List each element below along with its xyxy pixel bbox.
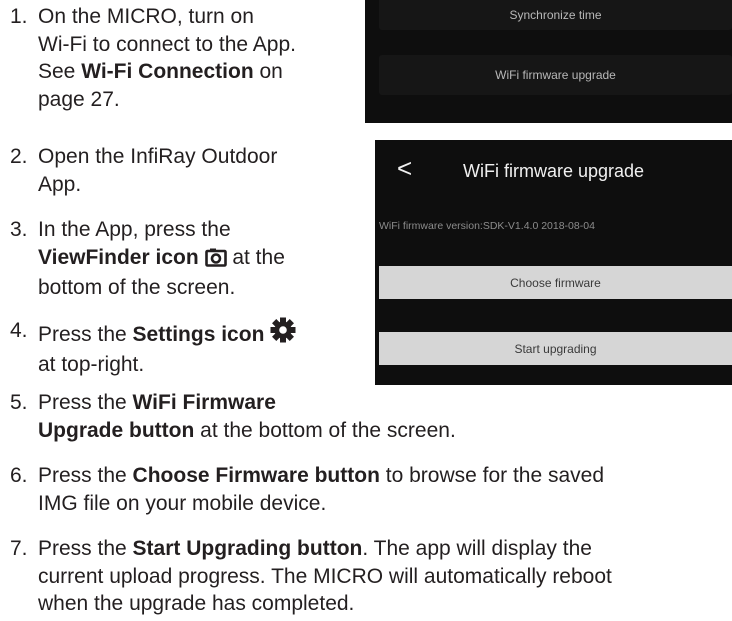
step-text: . The app will display the (362, 537, 592, 560)
wifi-connection-ref: Wi-Fi Connection (81, 60, 254, 83)
screen-title: WiFi firmware upgrade (462, 160, 645, 181)
step-text: In the App, press the (38, 218, 231, 241)
step-5: 5. Press the WiFi Firmware Upgrade butto… (10, 389, 456, 444)
step-text: at the (226, 245, 285, 269)
step-number: 4. (10, 319, 28, 342)
step-text: when the upgrade has completed. (38, 592, 355, 615)
wifi-firmware-upgrade-button[interactable]: WiFi firmware upgrade (379, 55, 732, 95)
viewfinder-icon-label: ViewFinder icon (38, 245, 199, 269)
screen-header: WiFi firmware upgrade (375, 140, 732, 202)
step-text: Press the (38, 391, 133, 414)
start-upgrading-label: Start upgrading (514, 341, 597, 356)
settings-screenshot: Synchronize time WiFi firmware upgrade (365, 0, 732, 123)
step-number: 3. (10, 218, 28, 241)
wifi-firmware-upgrade-label: WiFi firmware upgrade (495, 68, 616, 82)
firmware-version-text: WiFi firmware version:SDK-V1.4.0 2018-08… (379, 220, 595, 232)
settings-icon (270, 317, 296, 351)
upgrade-button-ref: Upgrade button (38, 418, 195, 442)
step-1: 1. On the MICRO, turn on Wi-Fi to connec… (10, 3, 296, 113)
step-text: IMG file on your mobile device. (38, 491, 327, 515)
step-number: 7. (10, 537, 28, 560)
step-text: on (253, 60, 283, 83)
choose-firmware-ref: Choose Firmware button (132, 464, 380, 487)
start-upgrading-button[interactable]: Start upgrading (379, 332, 732, 365)
step-text: page 27. (38, 87, 120, 111)
settings-icon-label: Settings icon (132, 323, 265, 346)
step-text: Press the (38, 323, 133, 346)
step-text: at the bottom of the screen. (194, 418, 456, 442)
step-text: bottom of the screen. (38, 276, 236, 299)
step-number: 2. (10, 145, 28, 168)
wifi-firmware-ref: WiFi Firmware (132, 391, 276, 414)
step-number: 1. (10, 5, 28, 28)
step-text: Press the (38, 464, 133, 487)
choose-firmware-button[interactable]: Choose firmware (379, 266, 732, 299)
step-3: 3. In the App, press the ViewFinder icon… (10, 216, 285, 302)
step-text: current upload progress. The MICRO will … (38, 564, 612, 588)
step-text: to browse for the saved (379, 464, 605, 487)
step-text: See (38, 60, 82, 83)
back-arrow-icon[interactable]: < (397, 153, 412, 184)
step-text: Wi-Fi to connect to the App. (38, 32, 296, 56)
firmware-upgrade-screenshot: WiFi firmware upgrade < WiFi firmware ve… (375, 140, 732, 385)
step-number: 5. (10, 391, 28, 414)
step-text: App. (38, 172, 82, 196)
start-upgrading-ref: Start Upgrading button (132, 537, 363, 560)
step-text: at top-right. (38, 352, 145, 376)
step-text: On the MICRO, turn on (38, 5, 254, 28)
synchronize-time-button[interactable]: Synchronize time (379, 0, 732, 30)
step-4: 4. Press the Settings icon at top-right. (10, 317, 296, 378)
step-text: Press the (38, 537, 133, 560)
step-text: Open the InfiRay Outdoor (38, 145, 278, 168)
step-number: 6. (10, 464, 28, 487)
step-6: 6. Press the Choose Firmware button to b… (10, 462, 604, 517)
step-2: 2. Open the InfiRay Outdoor App. (10, 143, 277, 198)
choose-firmware-label: Choose firmware (510, 275, 601, 290)
synchronize-time-label: Synchronize time (509, 8, 602, 22)
viewfinder-icon (204, 247, 227, 275)
step-7: 7. Press the Start Upgrading button. The… (10, 535, 612, 618)
